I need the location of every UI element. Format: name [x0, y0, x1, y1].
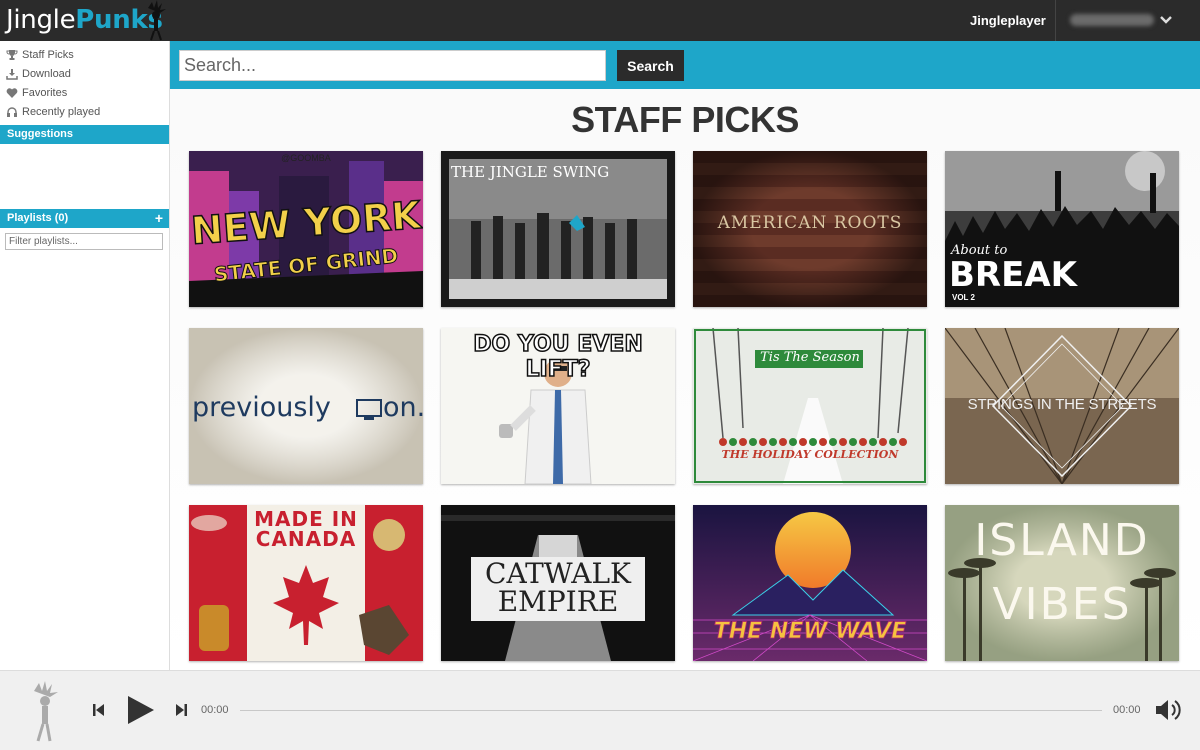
- tile-small-text: @GOOMBA: [281, 153, 331, 163]
- logo-word-jingle: Jingle: [6, 5, 76, 35]
- playlists-header[interactable]: Playlists (0) +: [0, 209, 169, 228]
- search-input[interactable]: [179, 50, 606, 81]
- album-tile-catwalk-empire[interactable]: CATWALK EMPIRE: [441, 505, 675, 661]
- tile-title: ISLAND: [974, 515, 1150, 566]
- filter-playlists-input[interactable]: [5, 233, 163, 250]
- total-time: 00:00: [1113, 704, 1141, 716]
- next-track-icon[interactable]: [174, 702, 188, 718]
- tile-title: Tis The Season: [760, 350, 860, 365]
- album-tile-about-to-break[interactable]: About to BREAK VOL 2: [945, 151, 1179, 307]
- sidebar-item-label: Recently played: [22, 106, 101, 118]
- sidebar: Staff Picks Download Favorites Recently …: [0, 41, 170, 670]
- trophy-icon: [6, 50, 18, 60]
- album-tile-the-new-wave[interactable]: THE NEW WAVE: [693, 505, 927, 661]
- album-tile-strings-in-the-streets[interactable]: STRINGS IN THE STREETS: [945, 328, 1179, 484]
- heart-icon: [6, 88, 18, 98]
- tile-subtitle: on...: [383, 392, 423, 423]
- sidebar-item-favorites[interactable]: Favorites: [6, 85, 67, 101]
- tile-title: THE JINGLE SWING: [451, 163, 610, 181]
- progress-bar[interactable]: [240, 710, 1102, 711]
- sidebar-item-label: Favorites: [22, 87, 68, 99]
- tile-title: DO YOU EVEN LIFT?: [473, 331, 644, 383]
- tile-subtitle: THE HOLIDAY COLLECTION: [721, 448, 899, 461]
- user-name-blurred[interactable]: [1070, 14, 1154, 26]
- tile-subtitle: VIBES: [992, 579, 1132, 630]
- tile-subtitle: EMPIRE: [497, 585, 619, 618]
- sidebar-item-staff-picks[interactable]: Staff Picks: [6, 47, 74, 63]
- volume-icon[interactable]: [1154, 698, 1184, 722]
- main-content: STAFF PICKS @GOOMBA NEW YORK STATE OF GR…: [170, 89, 1200, 670]
- sidebar-item-label: Staff Picks: [22, 49, 74, 61]
- album-tile-made-in-canada[interactable]: MADE IN CANADA: [189, 505, 423, 661]
- tile-title: AMERICAN ROOTS: [717, 213, 903, 233]
- headphones-icon: [7, 107, 17, 117]
- album-tile-island-vibes[interactable]: ISLAND VIBES: [945, 505, 1179, 661]
- album-tile-new-york[interactable]: @GOOMBA NEW YORK STATE OF GRIND: [189, 151, 423, 307]
- previous-track-icon[interactable]: [92, 702, 106, 718]
- tile-title: THE NEW WAVE: [713, 619, 907, 645]
- tile-subtitle: VOL 2: [952, 293, 975, 302]
- playlists-label: Playlists (0): [7, 212, 69, 224]
- tile-subtitle: CANADA: [255, 527, 357, 551]
- tile-title: BREAK: [949, 255, 1077, 295]
- audio-player: 00:00 00:00: [0, 670, 1200, 750]
- tile-title: STRINGS IN THE STREETS: [967, 396, 1157, 413]
- sidebar-item-label: Download: [22, 68, 71, 80]
- search-bar: Search: [170, 41, 1200, 89]
- play-icon[interactable]: [124, 694, 156, 726]
- album-tile-american-roots[interactable]: AMERICAN ROOTS: [693, 151, 927, 307]
- punk-mascot-icon: [34, 681, 58, 742]
- download-icon: [6, 69, 18, 80]
- jinglepunks-logo[interactable]: JinglePunks: [6, 5, 163, 35]
- sidebar-item-recently-played[interactable]: Recently played: [6, 104, 100, 120]
- page-title: STAFF PICKS: [571, 99, 799, 140]
- chevron-down-icon[interactable]: [1158, 12, 1174, 28]
- suggestions-header[interactable]: Suggestions: [0, 125, 169, 144]
- tile-title: previously: [192, 392, 331, 423]
- punk-figure-icon: [148, 0, 166, 41]
- album-tile-tis-the-season[interactable]: Tis The Season THE HOLIDAY COLLECTION: [693, 328, 927, 484]
- jingleplayer-link[interactable]: Jingleplayer: [970, 13, 1046, 28]
- album-tile-do-you-even-lift[interactable]: DO YOU EVEN LIFT?: [441, 328, 675, 484]
- album-tile-jingle-swing[interactable]: THE JINGLE SWING: [441, 151, 675, 307]
- current-time: 00:00: [201, 704, 229, 716]
- search-button[interactable]: Search: [617, 50, 684, 81]
- top-bar: JinglePunks Jingleplayer: [0, 0, 1200, 41]
- add-playlist-icon[interactable]: +: [155, 209, 163, 228]
- sidebar-item-download[interactable]: Download: [6, 66, 71, 82]
- header-divider: [1055, 0, 1056, 41]
- album-tile-previously-on[interactable]: previously on...: [189, 328, 423, 484]
